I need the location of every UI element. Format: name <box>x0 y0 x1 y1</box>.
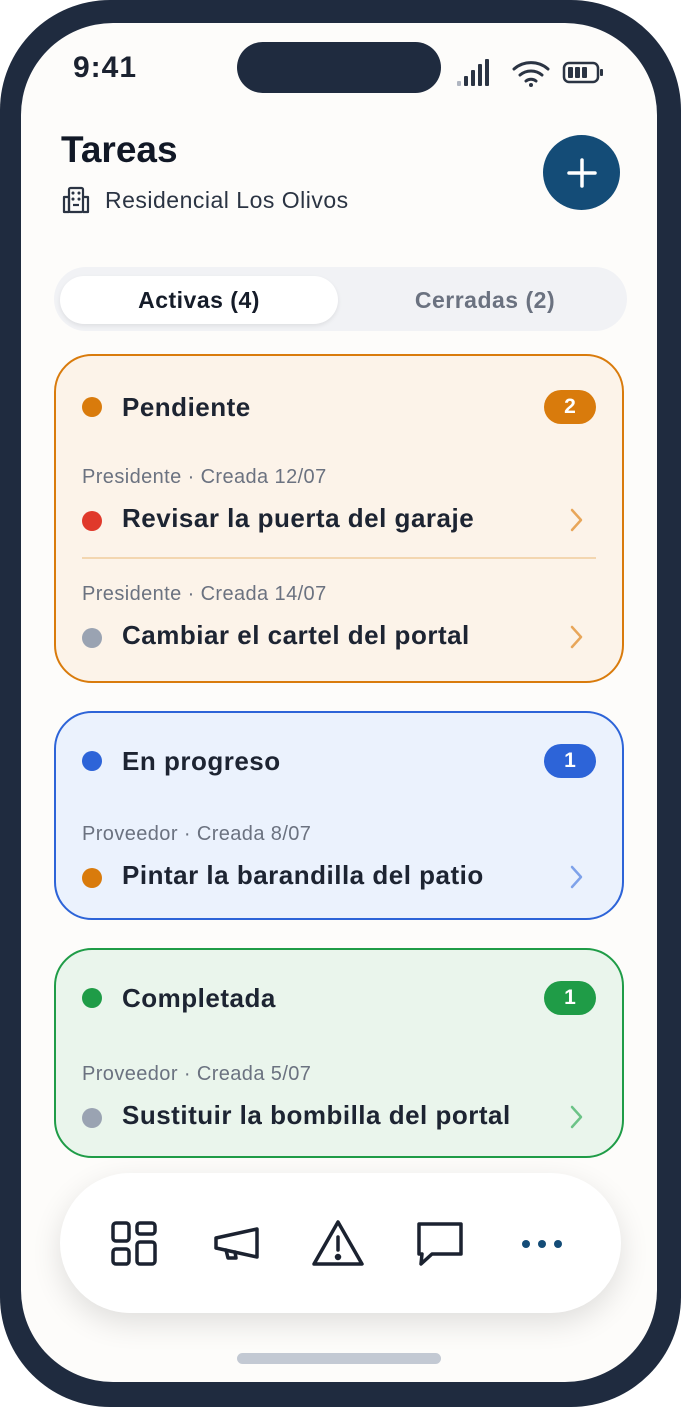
chevron-right-icon <box>570 865 583 889</box>
status-icons <box>457 59 603 87</box>
count-badge: 1 <box>544 744 596 778</box>
task-item[interactable]: Presidente · Creada 14/07 Cambiar el car… <box>82 583 596 683</box>
group-card-pending: Pendiente 2 Presidente · Creada 12/07 Re… <box>54 354 624 683</box>
task-meta: Presidente · Creada 14/07 <box>82 583 327 605</box>
bottom-nav <box>60 1173 621 1313</box>
group-header: Completada 1 <box>82 981 596 1015</box>
megaphone-icon <box>214 1227 259 1260</box>
community-name: Residencial Los Olivos <box>105 186 349 213</box>
task-title: Cambiar el cartel del portal <box>122 620 470 650</box>
chevron-right-icon <box>570 625 583 649</box>
community-selector[interactable]: Residencial Los Olivos <box>61 185 349 215</box>
chevron-right-icon <box>570 508 583 532</box>
task-item[interactable]: Presidente · Creada 12/07 Revisar la pue… <box>82 466 596 566</box>
building-icon <box>62 186 90 214</box>
nav-messages[interactable] <box>413 1217 467 1271</box>
nav-more[interactable] <box>515 1217 569 1271</box>
group-title: Pendiente <box>122 392 251 422</box>
task-meta: Proveedor · Creada 5/07 <box>82 1063 312 1085</box>
warning-triangle-icon <box>312 1220 364 1266</box>
chevron-right-icon <box>570 1105 583 1129</box>
nav-dashboard[interactable] <box>107 1217 161 1271</box>
task-meta: Proveedor · Creada 8/07 <box>82 823 312 845</box>
signal-icon <box>457 59 489 86</box>
status-time: 9:41 <box>73 51 138 84</box>
tab-closed[interactable]: Cerradas (2) <box>350 276 620 324</box>
plus-icon <box>566 157 597 188</box>
task-item[interactable]: Proveedor · Creada 5/07 Sustituir la bom… <box>82 1063 596 1163</box>
tab-active[interactable]: Activas (4) <box>60 276 338 324</box>
priority-dot <box>82 1108 102 1128</box>
add-task-button[interactable] <box>543 135 620 210</box>
count-badge: 2 <box>544 390 596 424</box>
group-card-in-progress: En progreso 1 Proveedor · Creada 8/07 Pi… <box>54 711 624 920</box>
nav-incidents[interactable] <box>311 1217 365 1271</box>
group-card-completed: Completada 1 Proveedor · Creada 5/07 Sus… <box>54 948 624 1158</box>
status-dot <box>82 397 102 417</box>
phone-frame: 9:41 Tareas Residencial Los Olivos Activ… <box>0 0 681 1407</box>
task-title: Sustituir la bombilla del portal <box>122 1100 511 1130</box>
nav-announcements[interactable] <box>210 1217 264 1271</box>
divider <box>82 557 596 559</box>
status-segmented-control: Activas (4) Cerradas (2) <box>54 267 627 331</box>
dashboard-grid-icon <box>111 1221 157 1266</box>
group-title: Completada <box>122 983 276 1013</box>
group-header: Pendiente 2 <box>82 390 596 424</box>
wifi-icon <box>512 61 550 87</box>
group-header: En progreso 1 <box>82 744 596 778</box>
more-dots-icon <box>522 1240 562 1248</box>
count-badge: 1 <box>544 981 596 1015</box>
home-indicator <box>237 1353 441 1364</box>
task-meta: Presidente · Creada 12/07 <box>82 466 327 488</box>
task-title: Pintar la barandilla del patio <box>122 860 484 890</box>
priority-dot <box>82 511 102 531</box>
group-title: En progreso <box>122 746 281 776</box>
screen: 9:41 Tareas Residencial Los Olivos Activ… <box>21 23 657 1382</box>
task-title: Revisar la puerta del garaje <box>122 503 475 533</box>
task-item[interactable]: Proveedor · Creada 8/07 Pintar la barand… <box>82 823 596 923</box>
priority-dot <box>82 868 102 888</box>
priority-dot <box>82 628 102 648</box>
status-dot <box>82 988 102 1008</box>
chat-bubble-icon <box>417 1222 463 1266</box>
page-title: Tareas <box>61 129 178 170</box>
status-dot <box>82 751 102 771</box>
battery-icon <box>562 61 603 84</box>
dynamic-island <box>237 42 441 93</box>
